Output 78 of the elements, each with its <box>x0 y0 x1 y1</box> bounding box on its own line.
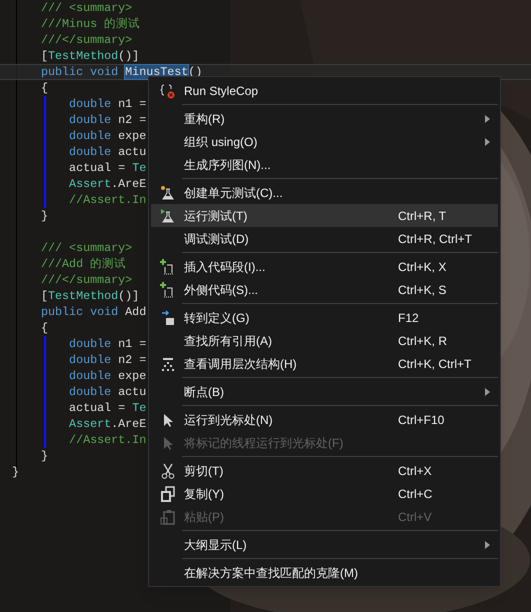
code-token: Add <box>125 305 146 319</box>
submenu-arrow-icon <box>485 388 490 396</box>
code-token: actu <box>117 385 146 399</box>
code-comment: //Assert.In <box>68 433 146 447</box>
menu-item[interactable]: Run StyleCop <box>151 79 498 102</box>
code-token: .AreE <box>111 177 146 191</box>
menu-item[interactable]: 创建单元测试(C)... <box>151 181 498 204</box>
submenu-arrow-icon <box>485 138 490 146</box>
code-comment: ///Add 的测试 <box>41 257 126 271</box>
menu-item[interactable]: 大纲显示(L) <box>151 533 498 556</box>
menu-item[interactable]: 插入代码段(I)... Ctrl+K, X <box>151 255 498 278</box>
code-comment: //Assert.In <box>68 193 146 207</box>
code-token: Assert <box>68 417 112 431</box>
code-token: .AreE <box>111 417 146 431</box>
code-token: ()] <box>118 289 140 303</box>
code-comment: ///</summary> <box>41 33 132 47</box>
menu-item[interactable]: 重构(R) <box>151 107 498 130</box>
code-token: actu <box>117 145 146 159</box>
run-flask-icon <box>160 208 176 224</box>
go-to-definition-icon <box>160 310 176 326</box>
code-comment: /// <summary> <box>41 1 132 15</box>
code-token: } <box>41 209 48 223</box>
menu-item[interactable]: 调试测试(D) Ctrl+R, Ctrl+T <box>151 227 498 250</box>
code-token: actual = <box>68 401 126 415</box>
code-token: Assert <box>68 177 112 191</box>
new-flask-icon <box>160 184 176 200</box>
menu-item[interactable]: 复制(Y) Ctrl+C <box>151 482 498 505</box>
code-token: { <box>41 81 48 95</box>
code-token: n2 = <box>117 353 146 367</box>
code-token: ()] <box>118 49 140 63</box>
code-token: double <box>68 385 112 399</box>
submenu-arrow-icon <box>485 540 490 548</box>
code-token: double <box>68 337 112 351</box>
code-token: double <box>68 353 112 367</box>
code-token: n2 = <box>117 113 146 127</box>
menu-item[interactable]: 查看调用层次结构(H) Ctrl+K, Ctrl+T <box>151 352 498 375</box>
menu-item[interactable]: 在解决方案中查找匹配的克隆(M) <box>151 561 498 584</box>
menu-item[interactable]: 剪切(T) Ctrl+X <box>151 459 498 482</box>
code-token: TestMethod <box>48 289 118 303</box>
code-token: double <box>68 129 112 143</box>
code-token: double <box>68 97 112 111</box>
code-token: double <box>68 145 112 159</box>
code-token: n1 = <box>117 97 146 111</box>
code-token: Te <box>132 401 146 415</box>
code-token: [ <box>41 49 48 63</box>
code-token: n1 = <box>117 337 146 351</box>
menu-item[interactable]: 运行测试(T) Ctrl+R, T <box>151 204 498 227</box>
insert-snippet-icon <box>160 258 176 274</box>
code-token: public void <box>41 65 120 79</box>
code-token: expe <box>117 129 146 143</box>
code-token: double <box>68 113 112 127</box>
menu-item[interactable]: 生成序列图(N)... <box>151 153 498 176</box>
submenu-arrow-icon <box>485 114 490 122</box>
code-comment: /// <summary> <box>41 241 132 255</box>
code-token: TestMethod <box>48 49 118 63</box>
call-hierarchy-icon <box>160 356 176 372</box>
code-token: } <box>41 449 48 463</box>
code-token: Te <box>132 161 146 175</box>
menu-item[interactable]: 外侧代码(S)... Ctrl+K, S <box>151 278 498 301</box>
code-token: public void <box>41 305 120 319</box>
code-token: [ <box>41 289 48 303</box>
code-token: { <box>41 321 48 335</box>
scissors-icon <box>160 462 176 478</box>
copy-icon <box>160 486 176 502</box>
braces-error-icon <box>160 82 176 98</box>
menu-item[interactable]: 组织 using(O) <box>151 130 498 153</box>
code-token: double <box>68 369 112 383</box>
code-token: actual = <box>68 161 126 175</box>
menu-item[interactable]: 断点(B) <box>151 380 498 403</box>
menu-item[interactable]: 查找所有引用(A) Ctrl+K, R <box>151 329 498 352</box>
menu-item[interactable]: 运行到光标处(N) Ctrl+F10 <box>151 408 498 431</box>
code-token: expe <box>117 369 146 383</box>
code-comment: ///Minus 的测试 <box>41 17 140 31</box>
code-comment: ///</summary> <box>41 273 132 287</box>
menu-item[interactable]: 转到定义(G) F12 <box>151 306 498 329</box>
paste-icon <box>160 508 176 524</box>
insert-snippet-icon <box>160 282 176 298</box>
code-token: } <box>12 465 20 479</box>
